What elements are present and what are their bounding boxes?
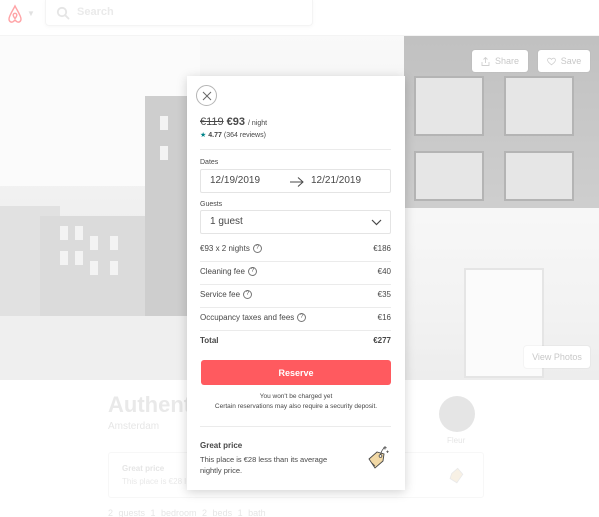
fee-label: €93 x 2 nights: [200, 244, 250, 253]
dates-label: Dates: [200, 159, 219, 166]
fee-amount: €40: [377, 267, 391, 276]
info-icon[interactable]: ?: [247, 267, 257, 276]
check-in-date[interactable]: 12/19/2019: [210, 175, 260, 186]
dates-picker[interactable]: 12/19/2019 12/21/2019: [200, 169, 391, 193]
divider: [200, 307, 391, 308]
price-row: €119 €93 / night: [200, 116, 267, 128]
arrow-right-icon: [290, 177, 304, 187]
total-row: Total €277: [200, 336, 391, 345]
fee-amount: €35: [377, 290, 391, 299]
great-price-description: This place is €28 less than its average …: [200, 455, 328, 475]
booking-modal: €119 €93 / night ★ 4.77 (364 reviews) Da…: [187, 76, 405, 490]
divider: [200, 330, 391, 331]
reserve-button[interactable]: Reserve: [201, 360, 391, 385]
fee-amount: €186: [373, 244, 391, 253]
great-price-title: Great price: [200, 441, 243, 450]
info-icon[interactable]: ?: [252, 244, 262, 253]
divider: [200, 149, 391, 150]
price-tag-icon: [368, 446, 389, 469]
original-price: €119: [200, 116, 224, 128]
star-icon: ★: [200, 132, 207, 139]
chevron-down-icon: [371, 219, 382, 226]
divider: [200, 426, 391, 427]
guests-select[interactable]: 1 guest: [200, 210, 391, 234]
no-charge-note: You won't be charged yet: [259, 393, 333, 400]
discounted-price: €93: [226, 116, 246, 128]
divider: [200, 261, 391, 262]
rating-value: 4.77: [208, 131, 222, 139]
per-night-label: / night: [248, 120, 268, 127]
guests-value: 1 guest: [210, 216, 243, 227]
total-amount: €277: [373, 336, 391, 345]
divider: [200, 284, 391, 285]
guests-label: Guests: [200, 201, 223, 208]
info-icon[interactable]: ?: [243, 290, 253, 299]
total-label: Total: [200, 336, 219, 345]
check-out-date[interactable]: 12/21/2019: [311, 175, 361, 186]
fee-label: Service fee: [200, 290, 241, 299]
close-button[interactable]: [196, 85, 217, 106]
fee-label: Occupancy taxes and fees: [200, 313, 295, 322]
fee-amount: €16: [377, 313, 391, 322]
info-icon[interactable]: ?: [297, 313, 307, 322]
rating-row[interactable]: ★ 4.77 (364 reviews): [200, 131, 266, 140]
deposit-note: Certain reservations may also require a …: [214, 403, 378, 410]
close-icon: [202, 91, 211, 100]
fee-label: Cleaning fee: [200, 267, 245, 276]
review-count: (364 reviews): [223, 131, 266, 139]
